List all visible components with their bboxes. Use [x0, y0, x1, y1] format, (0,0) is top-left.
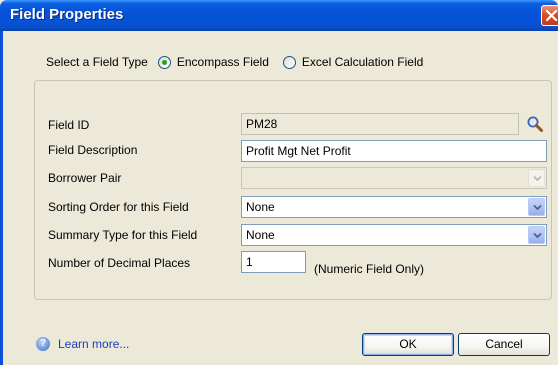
borrower-pair-select	[241, 167, 547, 189]
learn-more-link[interactable]: Learn more...	[58, 337, 129, 351]
summary-type-label: Summary Type for this Field	[48, 228, 198, 242]
field-type-label: Select a Field Type	[46, 55, 148, 69]
summary-type-select[interactable]: None	[241, 224, 547, 246]
cancel-button[interactable]: Cancel	[458, 333, 550, 356]
dialog-title: Field Properties	[10, 6, 124, 23]
close-button[interactable]	[541, 5, 558, 26]
chevron-down-icon	[533, 175, 542, 182]
decimal-places-input[interactable]: 1	[241, 251, 306, 273]
summary-type-dropdown-arrow[interactable]	[528, 226, 545, 244]
chevron-down-icon	[533, 204, 542, 211]
search-field-button[interactable]	[526, 115, 544, 133]
field-id-input: PM28	[241, 113, 519, 135]
radio-excel-calculation-field[interactable]: Excel Calculation Field	[282, 55, 424, 69]
close-icon	[545, 9, 558, 22]
decimal-places-label: Number of Decimal Places	[48, 256, 191, 270]
borrower-pair-label: Borrower Pair	[48, 171, 122, 185]
sorting-order-dropdown-arrow[interactable]	[528, 198, 545, 216]
help-icon[interactable]: ?	[36, 337, 50, 351]
field-description-input[interactable]: Profit Mgt Net Profit	[241, 140, 547, 162]
radio-button-checked[interactable]	[157, 55, 171, 69]
window-frame-left	[0, 31, 3, 365]
sorting-order-select[interactable]: None	[241, 196, 547, 218]
radio-encompass-field[interactable]: Encompass Field	[157, 55, 269, 69]
field-id-label: Field ID	[48, 118, 90, 132]
magnifier-icon	[527, 116, 543, 132]
title-bar: Field Properties	[0, 0, 558, 31]
radio-button-unchecked[interactable]	[282, 55, 296, 69]
ok-button[interactable]: OK	[362, 333, 454, 356]
field-type-row: Select a Field Type Encompass Field Exce…	[46, 54, 437, 70]
radio-encompass-field-label: Encompass Field	[176, 55, 269, 69]
chevron-down-icon	[533, 232, 542, 239]
sorting-order-label: Sorting Order for this Field	[48, 200, 189, 214]
sorting-order-value: None	[246, 200, 275, 214]
borrower-pair-dropdown-arrow	[528, 169, 545, 187]
field-properties-dialog: Field Properties Select a Field Type Enc…	[0, 0, 558, 365]
summary-type-value: None	[246, 228, 275, 242]
field-description-label: Field Description	[48, 143, 138, 157]
decimal-places-hint: (Numeric Field Only)	[314, 262, 425, 276]
radio-excel-calculation-field-label: Excel Calculation Field	[301, 55, 424, 69]
